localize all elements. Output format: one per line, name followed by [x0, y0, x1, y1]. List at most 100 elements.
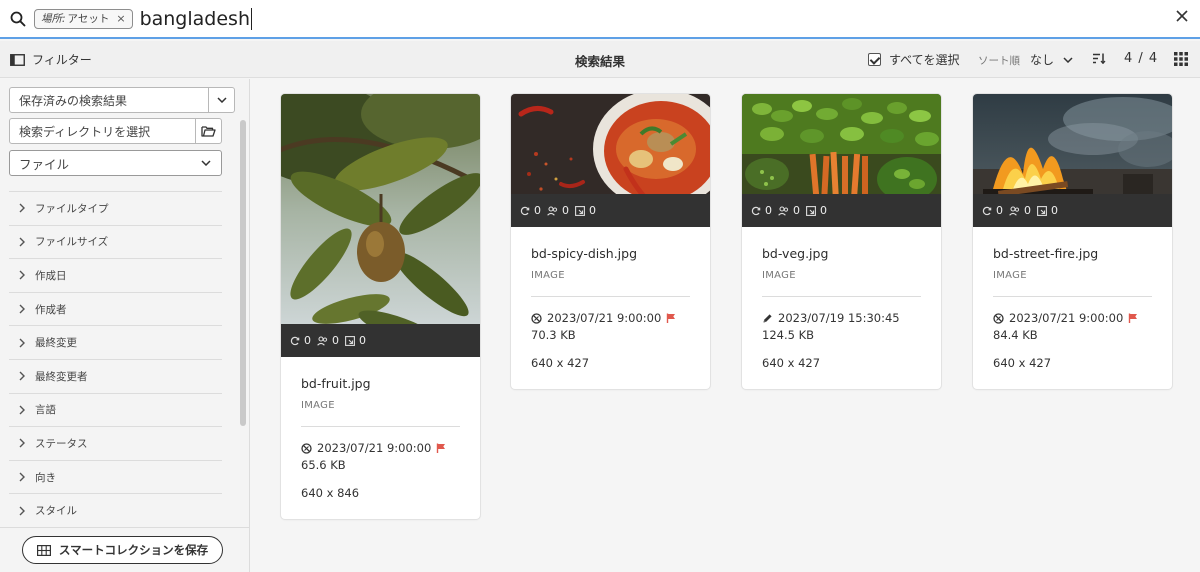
search-query-text: bangladesh	[139, 7, 250, 30]
facet-item[interactable]: 作成日	[9, 258, 222, 292]
file-type: IMAGE	[993, 270, 1027, 281]
image-dimensions: 640 x 427	[762, 356, 821, 370]
facet-item[interactable]: 作成者	[9, 291, 222, 326]
thumbnail[interactable]: 0 0 0	[511, 94, 710, 227]
stat-users: 0	[778, 204, 800, 217]
file-name[interactable]: bd-veg.jpg	[762, 246, 921, 261]
modified-date: 2023/07/19 15:30:45	[762, 311, 921, 325]
result-card[interactable]: 0 0 0 bd-veg.jpg IMAGE 2023/07/19 15:30:…	[742, 94, 941, 389]
stat-downloads: 0	[1037, 204, 1058, 217]
save-smart-collection-button[interactable]: スマートコレクションを保存	[22, 536, 223, 564]
file-type-select[interactable]: ファイル	[9, 150, 222, 176]
refresh-icon	[520, 206, 530, 215]
result-card[interactable]: 0 0 0 bd-street-fire.jpg IMAGE 2023/07/2…	[973, 94, 1172, 389]
filter-label: フィルター	[32, 53, 92, 67]
file-name[interactable]: bd-fruit.jpg	[301, 376, 460, 391]
stat-views: 0	[290, 334, 311, 347]
file-name[interactable]: bd-spicy-dish.jpg	[531, 246, 690, 261]
usage-stats-bar: 0 0 0	[281, 324, 480, 357]
chevron-right-icon	[19, 270, 25, 280]
grid-view-icon[interactable]	[1174, 52, 1188, 66]
facet-item[interactable]: 最終変更	[9, 325, 222, 359]
facet-item[interactable]: 向き	[9, 459, 222, 494]
sort-label: ソート順	[978, 55, 1020, 67]
thumbnail[interactable]: 0 0 0	[973, 94, 1172, 227]
file-name[interactable]: bd-street-fire.jpg	[993, 246, 1152, 261]
facet-label: ファイルサイズ	[35, 236, 109, 249]
result-card[interactable]: 0 0 0 bd-fruit.jpg IMAGE 2023/07/21 9:00…	[281, 94, 480, 519]
card-meta: bd-spicy-dish.jpg IMAGE 2023/07/21 9:00:…	[531, 246, 690, 370]
results-toolbar: フィルター 検索結果 すべてを選択 ソート順 なし 4 / 4	[0, 41, 1200, 78]
users-icon	[778, 205, 789, 216]
facet-label: 作成者	[35, 303, 67, 316]
stat-views: 0	[751, 204, 772, 217]
unpublished-icon	[301, 442, 312, 454]
flag-icon	[667, 313, 676, 323]
stat-views: 0	[520, 204, 541, 217]
divider	[301, 426, 460, 427]
file-type: IMAGE	[762, 270, 796, 281]
facet-item[interactable]: 最終変更者	[9, 358, 222, 393]
stat-downloads: 0	[806, 204, 827, 217]
search-directory-placeholder: 検索ディレクトリを選択	[19, 124, 151, 139]
thumbnail[interactable]: 0 0 0	[742, 94, 941, 227]
modified-date-value: 2023/07/21 9:00:00	[317, 441, 432, 455]
stat-value: 0	[765, 204, 772, 217]
asset-insight-icon	[806, 205, 816, 216]
chevron-right-icon	[19, 203, 25, 213]
stat-value: 0	[332, 334, 339, 347]
facet-item[interactable]: ファイルサイズ	[9, 224, 222, 259]
save-smart-collection-label: スマートコレクションを保存	[58, 543, 209, 557]
file-size: 84.4 KB	[993, 328, 1038, 342]
saved-search-field[interactable]: 保存済みの検索結果	[9, 87, 209, 113]
stat-downloads: 0	[575, 204, 596, 217]
facet-label: 作成日	[35, 269, 67, 282]
search-directory-field[interactable]: 検索ディレクトリを選択	[9, 118, 196, 144]
result-card[interactable]: 0 0 0 bd-spicy-dish.jpg IMAGE 2023/07/21…	[511, 94, 710, 389]
facet-label: 言語	[35, 404, 56, 417]
thumbnail[interactable]: 0 0 0	[281, 94, 480, 357]
select-all-button[interactable]: すべてを選択	[868, 51, 959, 68]
sort-direction-icon[interactable]	[1092, 53, 1106, 64]
chevron-right-icon	[19, 237, 25, 247]
facet-label: ステータス	[35, 437, 88, 450]
edit-icon	[763, 313, 772, 322]
remove-tag-icon[interactable]: ×	[116, 12, 125, 25]
stat-value: 0	[534, 204, 541, 217]
stat-value: 0	[304, 334, 311, 347]
file-size: 124.5 KB	[762, 328, 815, 342]
sort-dropdown[interactable]: なし	[1030, 51, 1073, 68]
select-all-checkbox-icon	[868, 53, 881, 66]
chevron-right-icon	[19, 338, 25, 348]
chevron-down-icon	[216, 97, 227, 103]
stat-value: 0	[359, 334, 366, 347]
facet-item[interactable]: スタイル	[9, 493, 222, 527]
stat-value: 0	[793, 204, 800, 217]
search-input[interactable]: bangladesh	[140, 7, 252, 31]
facet-item[interactable]: ファイルタイプ	[9, 191, 222, 225]
stat-value: 0	[589, 204, 596, 217]
filter-toggle-button[interactable]: フィルター	[10, 51, 92, 68]
image-dimensions: 640 x 427	[531, 356, 590, 370]
close-icon[interactable]	[1175, 9, 1189, 23]
facet-label: ファイルタイプ	[35, 202, 109, 215]
facet-item[interactable]: 言語	[9, 392, 222, 427]
unpublished-icon	[993, 312, 1004, 324]
facet-item[interactable]: ステータス	[9, 426, 222, 460]
modified-date: 2023/07/21 9:00:00	[301, 441, 460, 455]
chevron-right-icon	[19, 304, 25, 314]
divider	[762, 296, 921, 297]
chevron-right-icon	[19, 472, 25, 482]
usage-stats-bar: 0 0 0	[973, 194, 1172, 227]
refresh-icon	[982, 206, 992, 215]
stat-users: 0	[1009, 204, 1031, 217]
folder-icon	[201, 126, 216, 137]
sidebar-scrollbar[interactable]	[240, 120, 246, 426]
browse-directory-button[interactable]	[195, 118, 222, 144]
stat-users: 0	[547, 204, 569, 217]
users-icon	[317, 335, 328, 346]
stat-users: 0	[317, 334, 339, 347]
sidebar-panel-icon	[10, 53, 25, 66]
saved-search-dropdown-button[interactable]	[208, 87, 235, 113]
location-tag[interactable]: 場所: アセット ×	[34, 8, 133, 29]
